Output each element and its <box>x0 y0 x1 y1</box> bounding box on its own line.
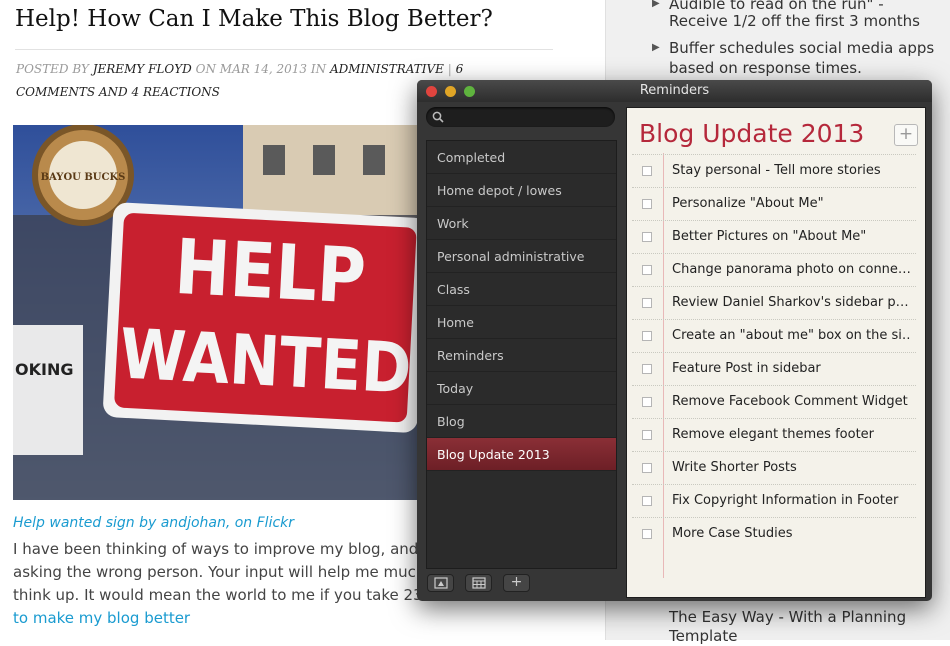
list-item-work[interactable]: Work <box>427 207 616 240</box>
reminder-item[interactable]: Remove Facebook Comment Widget <box>632 385 916 418</box>
calendar-button[interactable] <box>465 574 492 592</box>
badge-text: BAYOU BUCKS <box>41 172 126 183</box>
reminder-item[interactable]: Remove elegant themes footer <box>632 418 916 451</box>
title-divider <box>15 49 553 50</box>
list-item-blog-update-2013[interactable]: Blog Update 2013 <box>427 438 616 471</box>
reminder-checkbox[interactable] <box>642 364 652 374</box>
lists-sidebar: Completed Home depot / lowes Work Person… <box>426 140 617 569</box>
list-item-personal-administrative[interactable]: Personal administrative <box>427 240 616 273</box>
body-line: asking the wrong person. Your input will… <box>13 563 443 581</box>
list-item-class[interactable]: Class <box>427 273 616 306</box>
list-item-today[interactable]: Today <box>427 372 616 405</box>
show-calendar-button[interactable] <box>427 574 454 592</box>
sidebar-toggle-icon <box>433 577 448 589</box>
reminder-item[interactable]: Write Shorter Posts <box>632 451 916 484</box>
sidebar-item[interactable]: based on response times. <box>669 58 862 78</box>
body-line: I have been thinking of ways to improve … <box>13 540 443 558</box>
list-item-home-depot[interactable]: Home depot / lowes <box>427 174 616 207</box>
reminder-item[interactable]: Personalize "About Me" <box>632 187 916 220</box>
reminder-checkbox[interactable] <box>642 529 652 539</box>
reminder-checkbox[interactable] <box>642 463 652 473</box>
reminder-item[interactable]: More Case Studies <box>632 517 916 550</box>
byline-separator: | <box>447 62 452 76</box>
reminder-checkbox[interactable] <box>642 298 652 308</box>
window-titlebar[interactable]: Reminders <box>417 80 932 102</box>
reminder-item[interactable]: Review Daniel Sharkov's sidebar p… <box>632 286 916 319</box>
reminder-list-panel: Blog Update 2013 + Stay personal - Tell … <box>626 107 926 598</box>
reminder-item[interactable]: Better Pictures on "About Me" <box>632 220 916 253</box>
list-item-blog[interactable]: Blog <box>427 405 616 438</box>
reminder-checkbox[interactable] <box>642 199 652 209</box>
reminder-item[interactable]: Fix Copyright Information in Footer <box>632 484 916 517</box>
post-body: I have been thinking of ways to improve … <box>13 538 443 630</box>
search-icon <box>432 111 444 123</box>
sidebar-item[interactable]: The Easy Way - With a Planning <box>669 607 906 627</box>
list-title: Blog Update 2013 <box>639 119 865 148</box>
photo-caption-link[interactable]: Help wanted sign by andjohan, on Flickr <box>13 515 294 531</box>
category-link[interactable]: ADMINISTRATIVE <box>330 62 444 76</box>
help-wanted-photo-art: OKING BAYOU BUCKS HELP WANTED <box>13 125 433 500</box>
author-link[interactable]: JEREMY FLOYD <box>93 62 192 76</box>
list-item-completed[interactable]: Completed <box>427 141 616 174</box>
calendar-icon <box>471 577 486 589</box>
reminders-window: Reminders Completed Home depot / lowes W… <box>417 80 932 601</box>
sidebar-item[interactable]: ▶ Buffer schedules social media apps <box>652 38 934 58</box>
sidebar-item[interactable]: Receive 1/2 off the first 3 months <box>669 11 920 31</box>
byline-on: ON <box>195 62 216 76</box>
sidebar-item[interactable]: Template <box>669 626 737 646</box>
reminder-item[interactable]: Stay personal - Tell more stories <box>632 154 916 187</box>
reminder-checkbox[interactable] <box>642 232 652 242</box>
add-list-button[interactable]: + <box>503 574 530 592</box>
reminder-checkbox[interactable] <box>642 166 652 176</box>
reminder-checkbox[interactable] <box>642 331 652 341</box>
post-title[interactable]: Help! How Can I Make This Blog Better? <box>15 6 493 32</box>
help-wanted-photo[interactable]: OKING BAYOU BUCKS HELP WANTED <box>13 125 433 500</box>
post-date: MAR 14, 2013 <box>219 62 308 76</box>
search-input[interactable] <box>426 107 615 127</box>
sign-word-wanted: WANTED <box>118 315 414 410</box>
notice-text: OKING <box>15 360 73 379</box>
window-title: Reminders <box>639 83 710 98</box>
add-reminder-button[interactable]: + <box>894 124 918 146</box>
byline-in: IN <box>310 62 327 76</box>
reminder-checkbox[interactable] <box>642 397 652 407</box>
reminder-checkbox[interactable] <box>642 430 652 440</box>
body-line: think up. It would mean the world to me … <box>13 586 443 604</box>
sign-word-help: HELP <box>173 222 368 320</box>
reminder-item[interactable]: Feature Post in sidebar <box>632 352 916 385</box>
bullet-icon: ▶ <box>652 42 660 53</box>
reminder-item[interactable]: Create an "about me" box on the si… <box>632 319 916 352</box>
list-item-reminders[interactable]: Reminders <box>427 339 616 372</box>
byline-posted-by: POSTED BY <box>16 62 89 76</box>
improve-blog-link[interactable]: to make my blog better <box>13 607 443 630</box>
reminder-checkbox[interactable] <box>642 496 652 506</box>
list-item-home[interactable]: Home <box>427 306 616 339</box>
bullet-icon: ▶ <box>652 0 660 9</box>
reminder-item[interactable]: Change panorama photo on conne… <box>632 253 916 286</box>
reminder-checkbox[interactable] <box>642 265 652 275</box>
